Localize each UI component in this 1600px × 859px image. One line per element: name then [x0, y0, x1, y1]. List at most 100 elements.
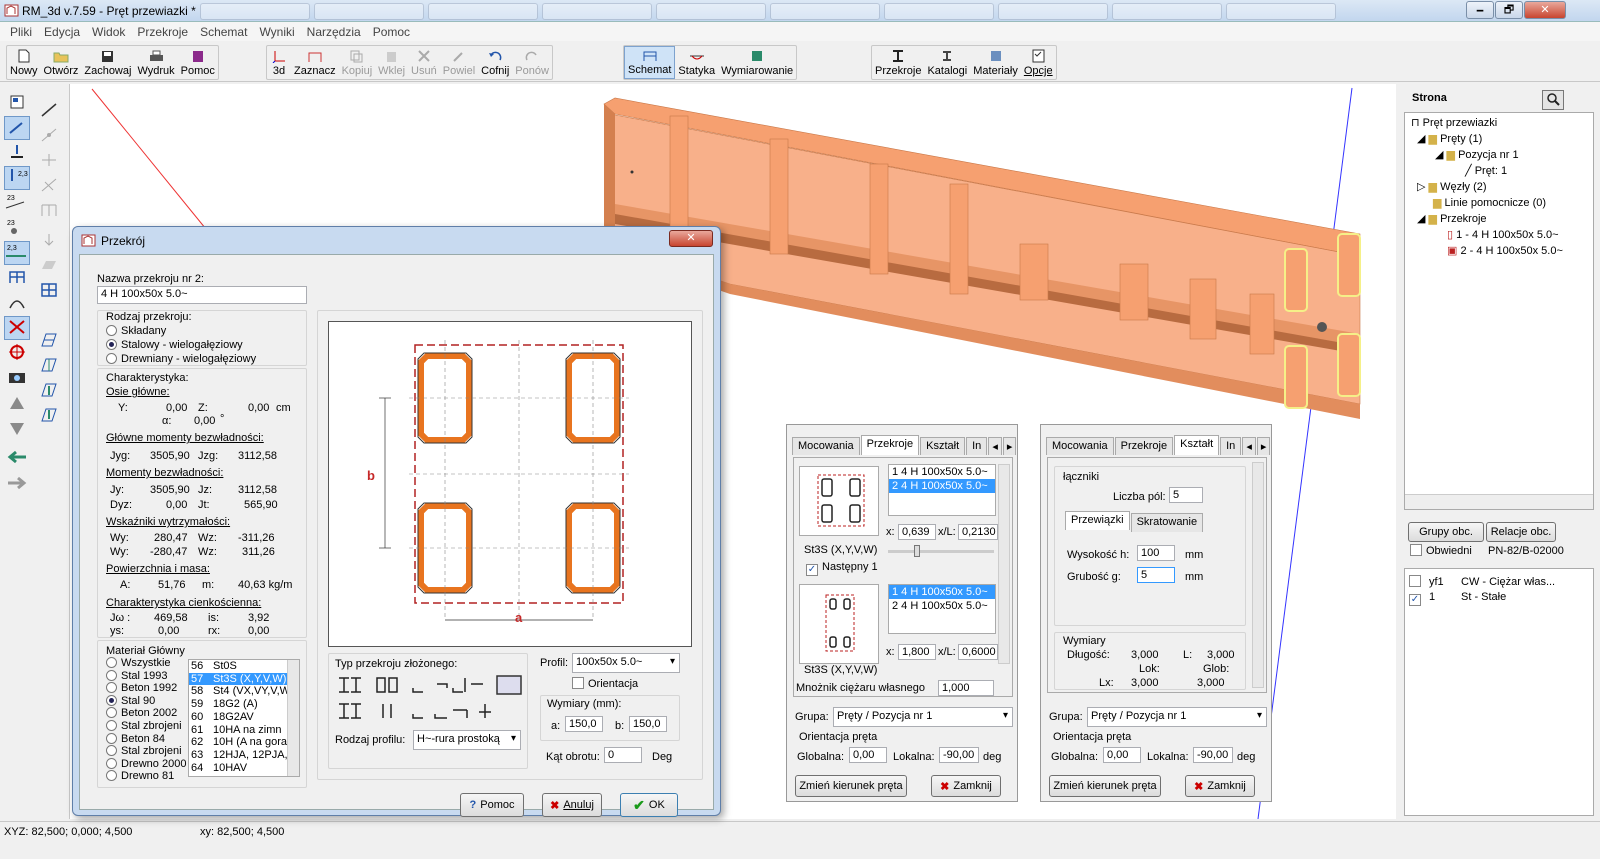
redo-button[interactable]: Ponów	[512, 46, 552, 79]
envelope-check[interactable]	[1410, 544, 1422, 556]
mode-schemat-button[interactable]: Schemat	[624, 46, 676, 79]
tool-mesh-up[interactable]	[36, 379, 62, 403]
tab-more[interactable]: In	[1220, 437, 1242, 455]
tree-item-bars[interactable]: ◢ ▆ Pręty (1)	[1417, 132, 1482, 145]
material-radio[interactable]: Beton 1992	[106, 682, 186, 695]
open-button[interactable]: Otwórz	[41, 46, 82, 79]
batten-thickness-field[interactable]: 5	[1137, 567, 1175, 583]
menu-schemat[interactable]: Schemat	[200, 25, 247, 39]
section-name-input[interactable]: 4 H 100x50x 5.0~	[97, 286, 307, 304]
tool-plate[interactable]	[36, 254, 62, 278]
group-select[interactable]: Pręty / Pozycja nr 1	[1087, 707, 1267, 727]
tool-delete-element[interactable]	[4, 316, 30, 340]
material-radio[interactable]: Stal zbrojeni	[106, 719, 186, 733]
material-radio[interactable]: Drewno 2000	[106, 757, 186, 771]
tool-arrow-down-small[interactable]	[36, 229, 62, 253]
tool-move-up[interactable]	[4, 392, 30, 416]
menu-pomoc[interactable]: Pomoc	[373, 25, 410, 39]
material-radio[interactable]: Drewno 81	[106, 770, 186, 783]
rotation-angle-field[interactable]: 0	[604, 747, 642, 763]
steel-row[interactable]: 62 10H (A na gora	[189, 736, 299, 749]
tabs-scroll-right[interactable]: ▸	[1256, 437, 1271, 455]
group-select[interactable]: Pręty / Pozycja nr 1	[833, 707, 1013, 727]
tabs-scroll-left[interactable]: ◂	[1242, 437, 1256, 455]
tool-star-nodes[interactable]	[36, 149, 62, 173]
tab-mocowania[interactable]: Mocowania	[1046, 437, 1114, 455]
material-radio[interactable]: Beton 84	[106, 732, 186, 746]
close-panel-button[interactable]: ✖ Zamknij	[1185, 775, 1255, 797]
tab-przekroje[interactable]: Przekroje	[860, 435, 920, 455]
view-3d-button[interactable]: 3d	[267, 46, 291, 79]
kind-radio-stalowy[interactable]: Stalowy - wielogałęziowy	[106, 339, 243, 351]
tab-ksztalt[interactable]: Kształt	[1174, 435, 1220, 455]
duplicate-button[interactable]: Powiel	[440, 46, 478, 79]
change-direction-button[interactable]: Zmień kierunek pręta	[1049, 775, 1161, 797]
material-radio[interactable]: Beton 2002	[106, 707, 186, 720]
section-list-2[interactable]: 1 4 H 100x50x 5.0~ 2 4 H 100x50x 5.0~	[888, 584, 996, 634]
tool-line-nodes[interactable]	[36, 124, 62, 148]
tool-support[interactable]	[4, 141, 30, 165]
tool-forward[interactable]	[4, 472, 30, 496]
dim-b-field[interactable]: 150,0	[629, 716, 667, 732]
tool-load-node[interactable]: 23	[4, 216, 30, 240]
copy-button[interactable]: Kopiuj	[339, 46, 376, 79]
steel-row[interactable]: 64 10HAV	[189, 762, 299, 775]
steel-row[interactable]: 61 10HA na zimn	[189, 724, 299, 737]
steel-row[interactable]: 60 18G2AV	[189, 711, 299, 724]
tool-mesh-down[interactable]	[36, 404, 62, 428]
tool-mesh-2[interactable]	[36, 354, 62, 378]
position-x2-field[interactable]: 1,800	[898, 644, 936, 660]
tool-frame[interactable]	[4, 266, 30, 290]
tree-item-bar-1[interactable]: ╱ Pręt: 1	[1465, 164, 1507, 177]
search-button[interactable]	[1542, 90, 1564, 110]
tabs-scroll-right[interactable]: ▸	[1002, 437, 1017, 455]
subtab-skratowanie[interactable]: Skratowanie	[1130, 513, 1204, 532]
load-relations-button[interactable]: Relacje obc.	[1486, 522, 1556, 542]
menu-wyniki[interactable]: Wyniki	[259, 25, 294, 39]
tool-bar-draw[interactable]	[4, 116, 30, 140]
material-radio[interactable]: Wszystkie	[106, 657, 186, 670]
global-angle-field[interactable]: 0,00	[849, 747, 887, 763]
local-angle-field[interactable]: -90,00	[939, 747, 979, 763]
help-button[interactable]: Pomoc	[178, 46, 218, 79]
maximize-button[interactable]: 🗗	[1495, 1, 1523, 19]
profile-select[interactable]: 100x50x 5.0~	[572, 653, 680, 673]
field-count-input[interactable]: 5	[1169, 487, 1203, 503]
steel-row[interactable]: 56 St0S	[189, 660, 299, 673]
tool-load[interactable]: 2,3	[4, 166, 30, 190]
tabs-scroll-left[interactable]: ◂	[988, 437, 1002, 455]
tool-dimension[interactable]: 2,3	[4, 241, 30, 265]
panel1-scrollbar[interactable]	[998, 464, 1010, 664]
tool-target[interactable]	[4, 341, 30, 365]
catalogs-button[interactable]: Katalogi	[924, 46, 970, 79]
ok-button[interactable]: ✔ OK	[620, 793, 678, 817]
new-button[interactable]: Nowy	[7, 46, 41, 79]
menu-pliki[interactable]: Pliki	[10, 25, 32, 39]
tool-arch[interactable]	[4, 291, 30, 315]
tree-item-nodes[interactable]: ▷ ▆ Węzły (2)	[1417, 180, 1487, 193]
load-groups-button[interactable]: Grupy obc.	[1408, 522, 1484, 542]
kind-radio-drewniany[interactable]: Drewniany - wielogałęziowy	[106, 353, 256, 365]
load-case-row[interactable]: ✓ 1 St - Stałe	[1409, 591, 1506, 606]
batten-height-field[interactable]: 100	[1137, 545, 1175, 561]
mode-wymiarowanie-button[interactable]: Wymiarowanie	[718, 46, 796, 79]
steel-row[interactable]: 59 18G2 (A)	[189, 698, 299, 711]
steel-grade-list[interactable]: 56 St0S 57 St3S (X,Y,V,W) 58 St4 (VX,VY,V,W…	[188, 659, 300, 777]
tool-back[interactable]	[4, 446, 30, 470]
sections-button[interactable]: Przekroje	[872, 46, 924, 79]
tool-mesh[interactable]	[36, 329, 62, 353]
menu-narzedzia[interactable]: Narzędzia	[307, 25, 361, 39]
tree-item-section-1[interactable]: ▯ 1 - 4 H 100x50x 5.0~	[1447, 228, 1559, 241]
tree-item-position[interactable]: ◢ ▆ Pozycja nr 1	[1435, 148, 1519, 161]
close-button[interactable]: ✕	[1524, 1, 1566, 19]
options-button[interactable]: Opcje	[1021, 46, 1056, 79]
orientation-checkbox[interactable]: Orientacja	[572, 677, 638, 690]
next-checkbox[interactable]: ✓ Następny 1	[806, 561, 878, 576]
tool-move-down[interactable]	[4, 418, 30, 442]
select-button[interactable]: Zaznacz	[291, 46, 339, 79]
composite-type-options[interactable]	[335, 674, 525, 724]
minimize-button[interactable]: 🗕	[1466, 1, 1494, 19]
local-angle-field[interactable]: -90,00	[1193, 747, 1233, 763]
tree-item-helper-lines[interactable]: ▆ Linie pomocnicze (0)	[1433, 196, 1546, 209]
materials-button[interactable]: Materiały	[970, 46, 1021, 79]
